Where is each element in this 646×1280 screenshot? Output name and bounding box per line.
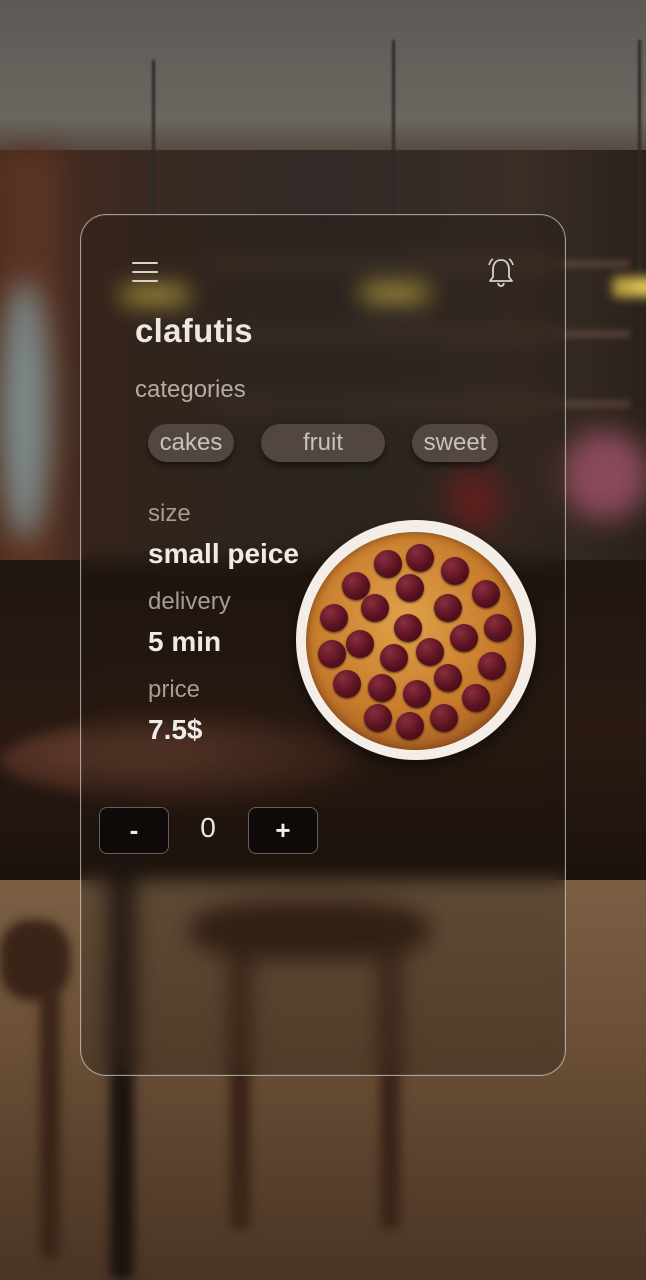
clafoutis-image [306,532,524,750]
category-chip-sweet[interactable]: sweet [412,424,498,462]
category-chip-cakes[interactable]: cakes [148,424,234,462]
delivery-label: delivery [148,588,231,615]
size-value: small peice [148,538,299,569]
increase-quantity-button[interactable]: + [248,807,318,854]
quantity-value: 0 [200,812,216,843]
price-label: price [148,676,201,703]
bell-icon[interactable] [486,256,516,288]
decrease-quantity-button[interactable]: - [99,807,169,854]
size-label: size [148,500,191,527]
category-chip-fruit[interactable]: fruit [261,424,385,462]
hamburger-menu-icon [132,262,158,264]
menu-button[interactable] [132,262,158,282]
categories-label: categories [135,376,246,403]
product-title: clafutis [135,312,253,349]
delivery-value: 5 min [148,626,222,657]
price-value: 7.5$ [148,714,203,745]
